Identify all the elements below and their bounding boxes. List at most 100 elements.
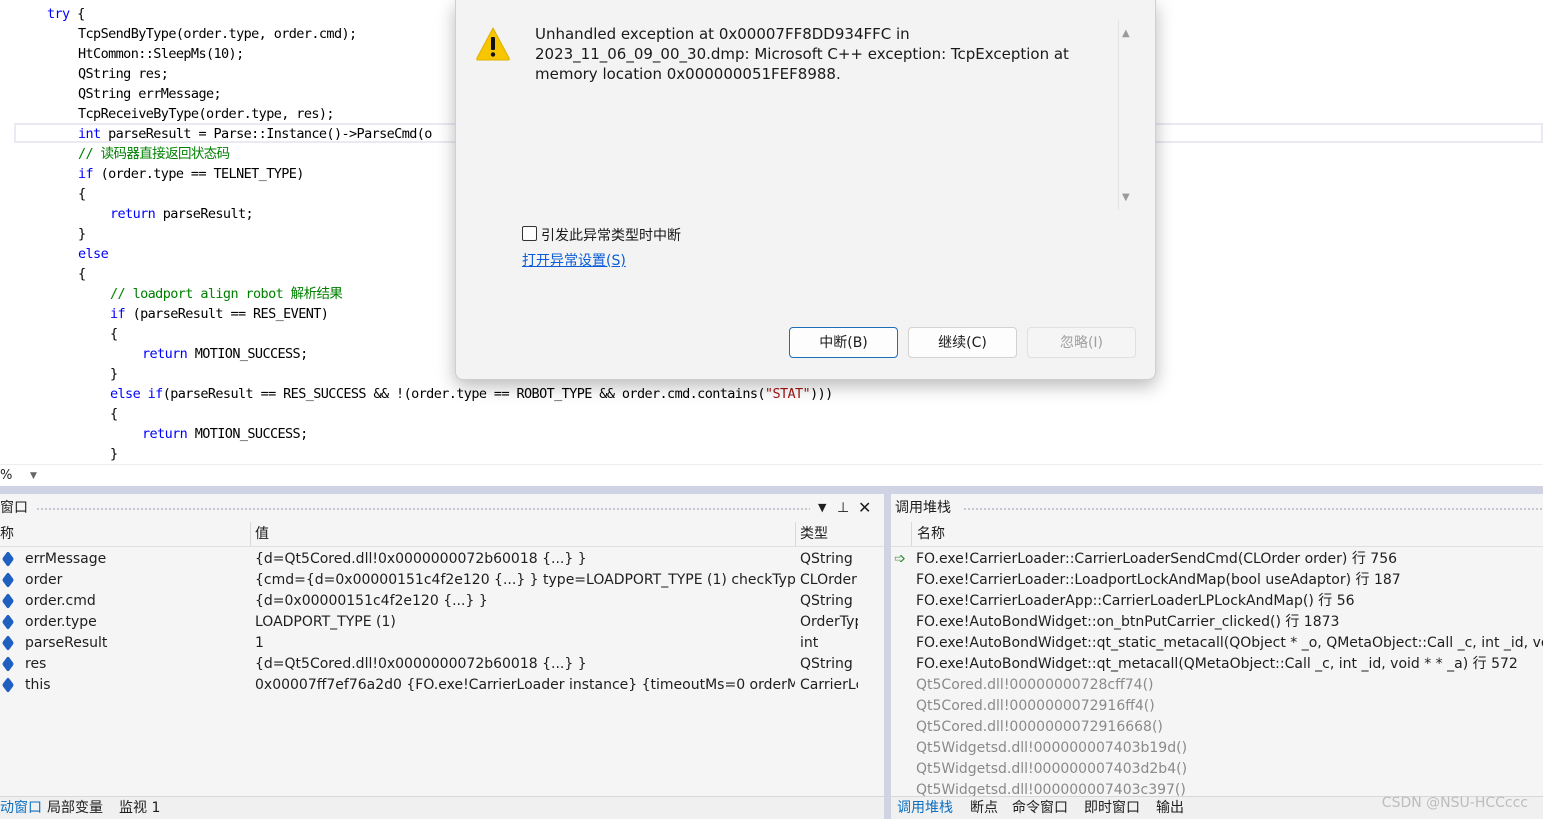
tab-watch-1[interactable]: 监视 1 [119,797,160,819]
code-token: return [142,346,188,362]
variable-value: {d=0x00000151c4f2e120 {...} } [255,593,488,609]
stack-frame[interactable]: Qt5Cored.dll!0000000072916668() [916,717,1543,738]
code-line: return parseResult; [110,204,254,224]
locals-panel: 窗口 ▼ ⊥ ✕ 称 值 类型 errMessage {d=Qt5Cored.dl… [0,494,884,819]
code-token: int [78,126,101,142]
code-token: } [110,446,118,462]
code-token: (parseResult == RES_SUCCESS && !(order.t… [162,386,766,402]
tab-autos[interactable]: 动窗口 [0,797,42,819]
table-row[interactable]: order {cmd={d=0x00000151c4f2e120 {...} } … [0,570,884,591]
scroll-down-icon[interactable]: ▼ [1122,192,1130,203]
code-line: QString errMessage; [78,84,222,104]
break-on-exception-label[interactable]: 引发此异常类型时中断 [541,225,681,245]
code-token: { [78,186,86,202]
current-frame-arrow-icon: ➩ [894,551,906,567]
message-scrollbar[interactable] [1118,20,1119,210]
code-line: // 读码器直接返回状态码 [78,144,230,164]
dropdown-icon[interactable]: ▼ [818,494,826,522]
continue-button[interactable]: 继续(C) [908,327,1017,358]
tab-breakpoints[interactable]: 断点 [970,797,998,819]
tab-call-stack[interactable]: 调用堆栈 [897,797,953,819]
locals-tabs: 动窗口 局部变量 监视 1 [0,796,884,819]
code-line: { [78,184,86,204]
variable-name: res [25,656,47,672]
column-name[interactable]: 名称 [917,522,945,546]
code-line: return MOTION_SUCCESS; [142,424,308,444]
variable-name: errMessage [25,551,107,567]
zoom-value[interactable]: % [0,468,12,483]
stack-frame[interactable]: Qt5Cored.dll!0000000072916ff4() [916,696,1543,717]
stack-frame[interactable]: FO.exe!AutoBondWidget::on_btnPutCarrier_… [916,612,1543,633]
table-row[interactable]: order.cmd {d=0x00000151c4f2e120 {...} } QS… [0,591,884,612]
code-token: return [142,426,188,442]
code-line: } [110,444,118,464]
watermark: CSDN @NSU-HCCccc [1381,795,1528,811]
stack-frame[interactable]: FO.exe!CarrierLoader::LoadportLockAndMap… [916,570,1543,591]
code-token: TcpReceiveByType(order.type, res); [78,106,335,122]
stack-frame[interactable]: FO.exe!AutoBondWidget::qt_static_metacal… [916,633,1543,654]
open-exception-settings-link[interactable]: 打开异常设置(S) [522,250,626,270]
code-token: "STAT" [764,386,811,402]
stack-frame[interactable]: FO.exe!CarrierLoader::CarrierLoaderSendC… [916,549,1543,570]
code-token: return [110,206,156,222]
tab-command-window[interactable]: 命令窗口 [1012,797,1068,819]
column-divider[interactable] [250,522,251,546]
code-token: QString errMessage; [78,86,222,102]
zoom-dropdown-icon[interactable]: ▼ [30,471,37,481]
code-token: { [110,406,118,422]
title-grip [36,507,810,511]
object-icon [1,676,15,694]
table-row[interactable]: errMessage {d=Qt5Cored.dll!0x0000000072b6… [0,549,884,570]
break-on-exception-checkbox[interactable] [522,226,537,241]
code-token: // 读码器直接返回状态码 [78,146,230,162]
variable-value: 0x00007ff7ef76a2d0 {FO.exe!CarrierLoader… [255,677,795,693]
object-icon [1,613,15,631]
close-icon[interactable]: ✕ [858,494,871,522]
object-icon [1,571,15,589]
exception-dialog: Unhandled exception at 0x00007FF8DD934FF… [455,0,1156,380]
code-token: else if [110,386,163,402]
column-divider [911,522,912,546]
column-name[interactable]: 称 [0,522,14,546]
code-token: { [78,266,86,282]
variable-name: parseResult [25,635,108,651]
vertical-splitter[interactable] [884,494,891,819]
locals-title: 窗口 [0,494,34,522]
code-token: (parseResult == RES_EVENT) [125,306,329,322]
code-line: { [110,404,118,424]
column-value[interactable]: 值 [255,522,269,546]
pin-icon[interactable]: ⊥ [837,494,849,522]
object-icon [1,655,15,673]
table-row[interactable]: res {d=Qt5Cored.dll!0x0000000072b60018 {.… [0,654,884,675]
stack-frame[interactable]: Qt5Cored.dll!00000000728cff74() [916,675,1543,696]
table-row[interactable]: this 0x00007ff7ef76a2d0 {FO.exe!CarrierLo… [0,675,884,696]
code-token: MOTION_SUCCESS; [187,346,309,362]
tab-immediate-window[interactable]: 即时窗口 [1084,797,1140,819]
stack-frame[interactable]: Qt5Widgetsd.dll!000000007403d2b4() [916,759,1543,780]
ignore-button[interactable]: 忽略(I) [1027,327,1136,358]
code-line: return MOTION_SUCCESS; [142,344,308,364]
code-token: if [110,306,126,322]
code-line: } [110,364,118,384]
scroll-up-icon[interactable]: ▲ [1122,28,1130,39]
warning-icon [476,26,510,61]
code-token: { [110,326,118,342]
stack-frame[interactable]: FO.exe!CarrierLoaderApp::CarrierLoaderLP… [916,591,1543,612]
tab-locals[interactable]: 局部变量 [47,797,103,819]
table-row[interactable]: parseResult 1 int [0,633,884,654]
column-type[interactable]: 类型 [800,522,828,546]
stack-frame[interactable]: Qt5Widgetsd.dll!000000007403b19d() [916,738,1543,759]
code-token: ))) [810,386,833,402]
variable-value: 1 [255,635,264,651]
horizontal-splitter[interactable] [0,486,1543,494]
code-line: HtCommon::SleepMs(10); [78,44,244,64]
object-icon [1,550,15,568]
variable-name: order.type [25,614,97,630]
stack-frame[interactable]: FO.exe!AutoBondWidget::qt_metacall(QMeta… [916,654,1543,675]
tab-output[interactable]: 输出 [1156,797,1184,819]
break-button[interactable]: 中断(B) [789,327,898,358]
variable-name: this [25,677,51,693]
table-row[interactable]: order.type LOADPORT_TYPE (1) OrderTyp [0,612,884,633]
column-divider[interactable] [795,522,796,546]
code-token: parseResult = Parse::Instance()->ParseCm… [100,126,432,142]
